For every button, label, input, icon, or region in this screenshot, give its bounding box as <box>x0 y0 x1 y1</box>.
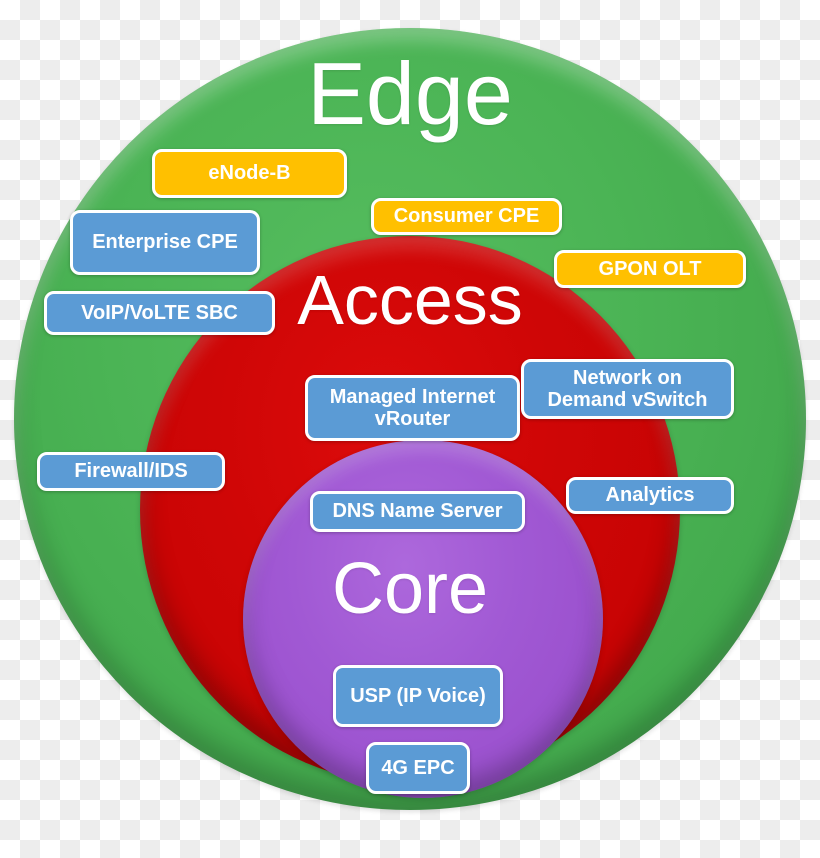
label-managed-internet-vrouter[interactable]: Managed Internet vRouter <box>305 375 520 441</box>
label-consumer-cpe[interactable]: Consumer CPE <box>371 198 562 235</box>
label-line-2: Demand vSwitch <box>547 389 708 411</box>
label-gpon-olt[interactable]: GPON OLT <box>554 250 746 288</box>
edge-zone-title: Edge <box>307 44 513 143</box>
label-line-2: vRouter <box>374 408 451 430</box>
label-voip-volte-sbc[interactable]: VoIP/VoLTE SBC <box>44 291 275 335</box>
diagram-canvas: Edge Access Core eNode-B Consumer CPE GP… <box>0 0 820 858</box>
label-dns-name-server[interactable]: DNS Name Server <box>310 491 525 532</box>
label-line-1: Network on <box>573 366 682 389</box>
core-zone-title: Core <box>331 549 489 629</box>
label-firewall-ids[interactable]: Firewall/IDS <box>37 452 225 491</box>
label-enterprise-cpe[interactable]: Enterprise CPE <box>70 210 260 275</box>
label-4g-epc[interactable]: 4G EPC <box>366 742 470 794</box>
label-network-on-demand-vswitch[interactable]: Network on Demand vSwitch <box>521 359 734 419</box>
label-usp-ip-voice[interactable]: USP (IP Voice) <box>333 665 503 727</box>
label-line-1: Managed Internet <box>329 385 496 408</box>
label-enode-b[interactable]: eNode-B <box>152 149 347 198</box>
label-analytics[interactable]: Analytics <box>566 477 734 514</box>
